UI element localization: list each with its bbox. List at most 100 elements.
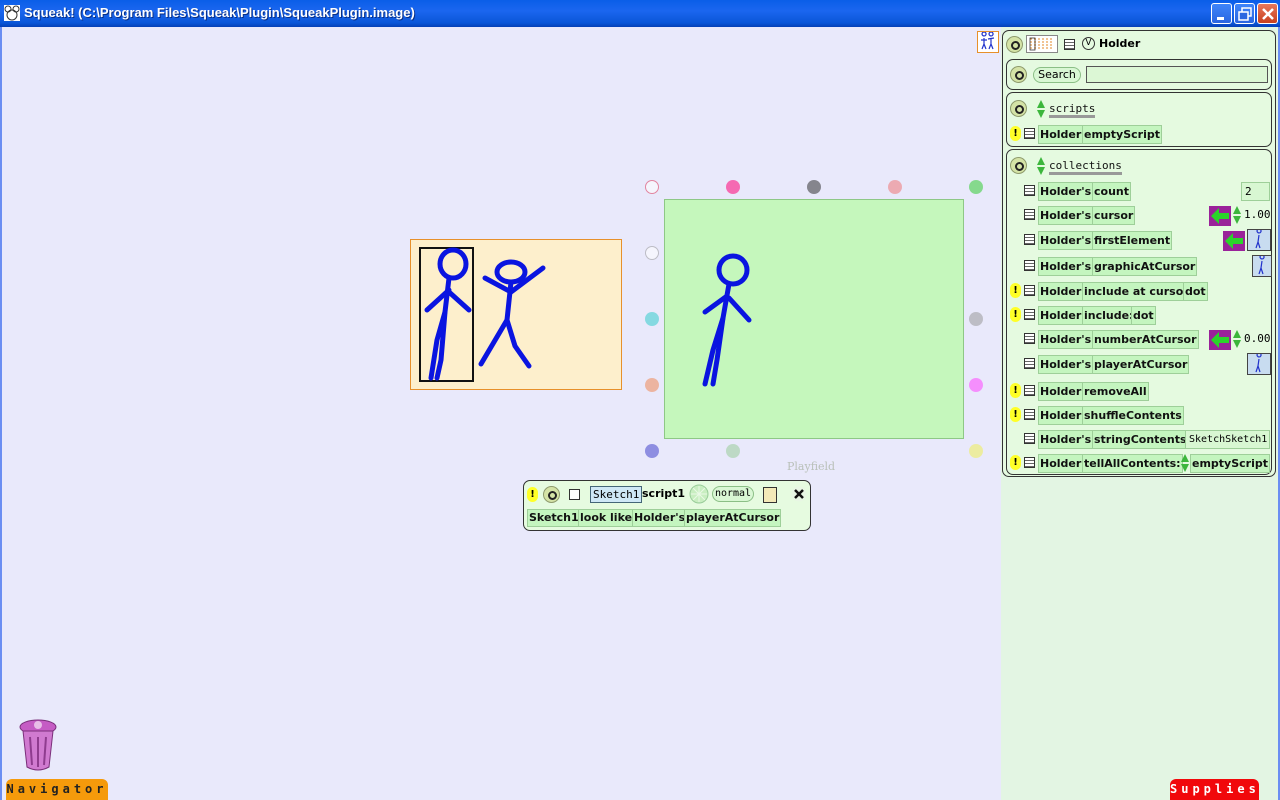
tile-empty-script[interactable]: emptyScript	[1082, 125, 1162, 144]
row-tile-icon[interactable]	[1024, 333, 1035, 344]
player-at-cursor-thumbnail[interactable]	[1247, 352, 1271, 375]
tile-player[interactable]: Sketch1	[527, 509, 581, 527]
trash-can-icon[interactable]	[16, 715, 60, 773]
minimize-button[interactable]	[1211, 3, 1232, 24]
collections-category-menu-button[interactable]	[1010, 157, 1027, 174]
value-number-at-cursor[interactable]: 0.00	[1241, 330, 1271, 349]
row-tile-icon[interactable]	[1024, 309, 1035, 320]
tile-include-at-cursor[interactable]: include at cursor	[1082, 282, 1191, 301]
halo-tile-handle[interactable]	[645, 378, 659, 392]
tile-holders[interactable]: Holder's	[1038, 430, 1094, 449]
tile-graphic-at-cursor[interactable]: graphicAtCursor	[1092, 257, 1198, 276]
tile-holders[interactable]: Holder's	[632, 509, 688, 527]
assign-arrow-icon[interactable]	[1209, 206, 1231, 226]
assign-arrow-icon[interactable]	[1209, 330, 1231, 350]
value-cursor[interactable]: 1.00	[1241, 206, 1271, 225]
tile-remove-all[interactable]: removeAll	[1082, 382, 1149, 401]
run-script-button[interactable]: !	[527, 487, 538, 502]
row-bang-button[interactable]: !	[1010, 283, 1021, 298]
script-parts-icon[interactable]	[763, 487, 777, 503]
tile-holder[interactable]: Holder	[1038, 454, 1084, 473]
value-updown-arrows-icon[interactable]	[1233, 206, 1241, 224]
holder-viewer[interactable]: V Holder Search scripts ! Holder emptySc…	[1002, 30, 1276, 477]
viewer-holder-thumbnail[interactable]	[1026, 35, 1058, 53]
halo-color-handle[interactable]	[969, 378, 983, 392]
tile-holders[interactable]: Holder's	[1038, 231, 1094, 250]
tile-count[interactable]: count	[1092, 182, 1131, 201]
tile-number-at-cursor[interactable]: numberAtCursor	[1092, 330, 1199, 349]
script-updown-arrows-icon[interactable]	[1181, 454, 1189, 472]
halo-move-handle[interactable]	[888, 180, 902, 194]
graphic-at-cursor-thumbnail[interactable]	[1252, 254, 1272, 277]
row-tile-icon[interactable]	[1024, 128, 1035, 139]
playfield[interactable]	[664, 199, 964, 439]
value-string-contents[interactable]: SketchSketch1	[1185, 430, 1270, 449]
tile-holders[interactable]: Holder's	[1038, 257, 1094, 276]
row-tile-icon[interactable]	[1024, 409, 1035, 420]
category-label-collections[interactable]: collections	[1049, 159, 1122, 175]
row-tile-icon[interactable]	[1024, 385, 1035, 396]
script-menu-button[interactable]	[543, 486, 560, 503]
row-tile-icon[interactable]	[1024, 433, 1035, 444]
tile-empty-script[interactable]: emptyScript	[1190, 454, 1270, 473]
row-tile-icon[interactable]	[1024, 185, 1035, 196]
corner-sketch-thumbnail[interactable]	[977, 31, 999, 53]
supplies-flap-tab[interactable]: Supplies	[1170, 779, 1259, 800]
tile-holder[interactable]: Holder	[1038, 282, 1084, 301]
viewer-tile-icon[interactable]	[1064, 39, 1075, 50]
restore-button[interactable]	[1234, 3, 1255, 24]
assign-arrow-icon[interactable]	[1223, 231, 1245, 251]
row-tile-icon[interactable]	[1024, 260, 1035, 271]
tile-holders[interactable]: Holder's	[1038, 206, 1094, 225]
holder-morph[interactable]	[410, 239, 622, 390]
tile-player-at-cursor[interactable]: playerAtCursor	[1092, 355, 1190, 374]
category-updown-arrows-icon[interactable]	[1037, 100, 1045, 118]
category-updown-arrows-icon[interactable]	[1037, 157, 1045, 175]
close-icon[interactable]	[791, 486, 807, 502]
halo-collapse-handle[interactable]	[645, 444, 659, 458]
tile-holders[interactable]: Holder's	[1038, 330, 1094, 349]
row-tile-icon[interactable]	[1024, 209, 1035, 220]
row-bang-button[interactable]: !	[1010, 407, 1021, 422]
tile-holder[interactable]: Holder	[1038, 125, 1084, 144]
tile-shuffle-contents[interactable]: shuffleContents	[1082, 406, 1184, 425]
halo-resize-handle[interactable]	[969, 444, 983, 458]
row-bang-button[interactable]: !	[1010, 383, 1021, 398]
category-label-scripts[interactable]: scripts	[1049, 102, 1096, 118]
tile-include[interactable]: include:	[1082, 306, 1136, 325]
tile-look-like[interactable]: look like	[578, 509, 635, 527]
halo-pickup-handle[interactable]	[807, 180, 821, 194]
tile-cursor[interactable]: cursor	[1092, 206, 1136, 225]
search-input[interactable]	[1086, 66, 1268, 83]
viewer-v-button[interactable]: V	[1082, 37, 1095, 50]
halo-debug-handle[interactable]	[645, 246, 659, 260]
row-tile-icon[interactable]	[1024, 234, 1035, 245]
row-tile-icon[interactable]	[1024, 358, 1035, 369]
row-tile-icon[interactable]	[1024, 457, 1035, 468]
row-bang-button[interactable]: !	[1010, 307, 1021, 322]
script-editor[interactable]: ! Sketch1 script1 normal Sketch1 look li…	[523, 480, 811, 531]
halo-menu-handle[interactable]	[726, 180, 740, 194]
tile-player-at-cursor[interactable]: playerAtCursor	[684, 509, 782, 527]
tile-string-contents[interactable]: stringContents	[1092, 430, 1189, 449]
tile-first-element[interactable]: firstElement	[1092, 231, 1173, 250]
row-tile-icon[interactable]	[1024, 285, 1035, 296]
halo-viewer-handle[interactable]	[726, 444, 740, 458]
tile-tell-all-contents[interactable]: tellAllContents:	[1082, 454, 1183, 473]
tile-holder[interactable]: Holder	[1038, 306, 1084, 325]
scripts-category-menu-button[interactable]	[1010, 100, 1027, 117]
halo-rotate-handle[interactable]	[969, 312, 983, 326]
tile-holder[interactable]: Holder	[1038, 406, 1084, 425]
script-checkbox[interactable]	[569, 489, 580, 500]
script-name[interactable]: script1	[642, 487, 685, 500]
halo-viewer-eye-handle[interactable]	[645, 312, 659, 326]
row-bang-button[interactable]: !	[1010, 126, 1021, 141]
tile-holder[interactable]: Holder	[1038, 382, 1084, 401]
search-button[interactable]: Search	[1033, 67, 1081, 83]
first-element-thumbnail[interactable]	[1247, 228, 1271, 251]
halo-dismiss-handle[interactable]	[645, 180, 659, 194]
viewer-menu-button[interactable]	[1006, 36, 1023, 53]
tile-dot[interactable]: dot	[1131, 306, 1156, 325]
tile-holders[interactable]: Holder's	[1038, 355, 1094, 374]
clock-icon[interactable]	[689, 484, 709, 504]
